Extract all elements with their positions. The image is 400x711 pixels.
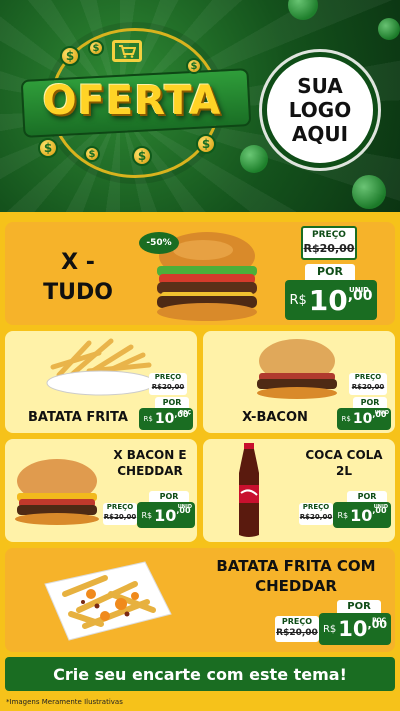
logo-placeholder[interactable]: SUA LOGO AQUI xyxy=(262,52,378,168)
product-name: BATATA FRITA COM CHEDDAR xyxy=(216,557,376,595)
old-price: R$20,00 xyxy=(299,513,333,521)
por-label: POR xyxy=(305,264,355,280)
old-price-box: PREÇO R$20,00 xyxy=(149,373,187,395)
old-price-label: PREÇO xyxy=(281,617,313,626)
price-box: R$ 10 ,00 UNID xyxy=(333,502,391,528)
fries-image xyxy=(46,338,156,396)
discount-badge: -50% xyxy=(139,232,179,254)
price-unit: UNID xyxy=(349,286,369,294)
dollar-coin-icon: $ xyxy=(60,46,80,66)
old-price-label: PREÇO xyxy=(312,230,346,240)
por-label: POR xyxy=(347,491,387,502)
price-box: R$ 10 ,00 UNID xyxy=(337,408,391,430)
price-integer: 10 xyxy=(350,505,373,525)
old-price-label: PREÇO xyxy=(302,503,330,511)
burger-image xyxy=(15,459,99,525)
old-price-box: PREÇO R$20,00 xyxy=(349,373,387,395)
currency-symbol: R$ xyxy=(337,510,349,520)
dollar-coin-icon: $ xyxy=(132,146,152,166)
old-price-label: PREÇO xyxy=(106,503,134,511)
product-name: COCA COLA 2L xyxy=(305,448,383,478)
shopping-cart-icon xyxy=(112,40,142,62)
por-label: POR xyxy=(149,491,189,502)
old-price-label: PREÇO xyxy=(354,373,382,381)
product-name: X - TUDO xyxy=(43,250,113,305)
price-unit: UNID xyxy=(177,504,192,510)
old-price-label: PREÇO xyxy=(154,373,182,381)
footer-note: *Imagens Meramente Ilustrativas xyxy=(0,693,400,711)
price-unit: POÇ xyxy=(372,617,386,624)
old-price: R$20,00 xyxy=(151,383,185,391)
product-name: BATATA FRITA xyxy=(28,410,128,425)
old-price-box: PREÇO R$20,00 xyxy=(275,616,319,642)
dollar-coin-icon: $ xyxy=(186,58,202,74)
price-box: R$ 10 ,00 POÇ xyxy=(319,613,391,645)
currency-symbol: R$ xyxy=(143,415,153,423)
price-integer: 10 xyxy=(308,283,348,317)
currency-symbol: R$ xyxy=(141,510,153,520)
old-price-box: PREÇO R$20,00 xyxy=(103,503,137,525)
currency-symbol: R$ xyxy=(341,415,351,423)
price-box: R$ 10 ,00 POÇ xyxy=(139,408,193,430)
dollar-coin-icon: $ xyxy=(196,134,216,154)
old-price: R$20,00 xyxy=(103,513,137,521)
bubble-decoration xyxy=(352,175,386,209)
dollar-coin-icon: $ xyxy=(84,146,100,162)
old-price-box: PREÇO R$20,00 xyxy=(301,226,357,260)
bubble-decoration xyxy=(378,18,400,40)
cta-banner[interactable]: Crie seu encarte com este tema! xyxy=(5,657,395,691)
soda-bottle-image xyxy=(239,443,259,537)
price-integer: 10 xyxy=(154,505,177,525)
price-unit: POÇ xyxy=(179,410,191,416)
cheddar-fries-image xyxy=(44,561,172,641)
product-name: X BACON E CHEDDAR xyxy=(113,448,187,478)
logo-text-line: AQUI xyxy=(291,122,349,146)
dollar-coin-icon: $ xyxy=(38,138,58,158)
header-banner: $ $ $ $ $ $ $ OFERTA SUA LOGO AQUI xyxy=(0,0,400,212)
price-integer: 10 xyxy=(338,617,368,641)
product-card[interactable]: X BACON E CHEDDAR PREÇO R$20,00 POR R$ 10… xyxy=(5,439,197,542)
logo-text-line: LOGO xyxy=(288,98,352,122)
product-card[interactable]: COCA COLA 2L PREÇO R$20,00 POR R$ 10 ,00 … xyxy=(203,439,395,542)
price-integer: 10 xyxy=(154,411,175,427)
product-card[interactable]: X-BACON PREÇO R$20,00 POR R$ 10 ,00 UNID xyxy=(203,331,395,433)
currency-symbol: R$ xyxy=(289,292,307,308)
old-price: R$20,00 xyxy=(351,383,385,391)
por-label: POR xyxy=(353,397,387,408)
burger-image xyxy=(257,339,337,399)
price-integer: 10 xyxy=(352,411,373,427)
product-card[interactable]: BATATA FRITA COM CHEDDAR PREÇO R$20,00 PO… xyxy=(5,548,395,652)
old-price-box: PREÇO R$20,00 xyxy=(299,503,333,525)
bubble-decoration xyxy=(240,145,268,173)
logo-text-line: SUA xyxy=(297,74,343,98)
product-card[interactable]: BATATA FRITA PREÇO R$20,00 POR R$ 10 ,00… xyxy=(5,331,197,433)
currency-symbol: R$ xyxy=(322,623,337,635)
old-price: R$20,00 xyxy=(303,242,355,255)
dollar-coin-icon: $ xyxy=(88,40,104,56)
offer-title: OFERTA xyxy=(42,78,222,124)
por-label: POR xyxy=(337,600,381,613)
product-name: X-BACON xyxy=(242,410,308,425)
featured-product-card[interactable]: X - TUDO -50% PREÇO R$20,00 POR R$ 10 ,00… xyxy=(5,222,395,325)
old-price: R$20,00 xyxy=(276,628,318,638)
price-unit: UNID xyxy=(373,504,388,510)
price-box: R$ 10 ,00 UNID xyxy=(285,280,377,320)
price-box: R$ 10 ,00 UNID xyxy=(137,502,195,528)
price-unit: UNID xyxy=(374,410,389,416)
por-label: POR xyxy=(155,397,189,408)
